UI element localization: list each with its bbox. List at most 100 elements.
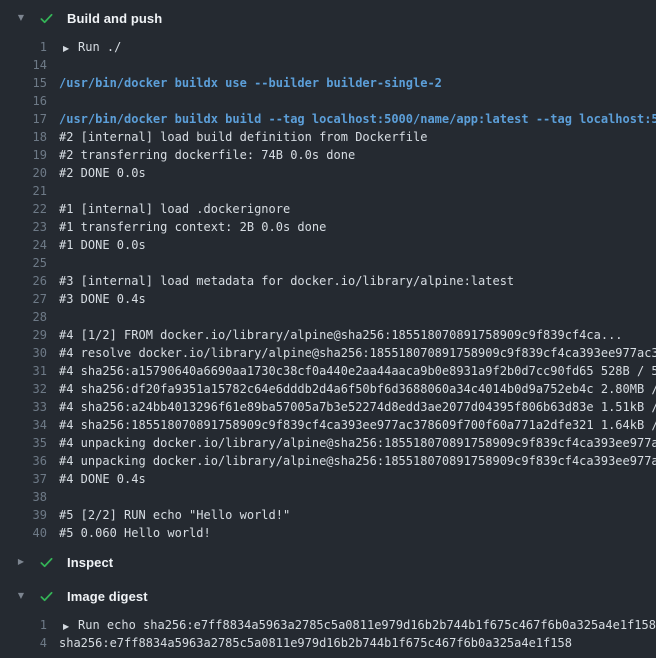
chevron-right-icon[interactable]: ▶ [14, 555, 28, 569]
log-section: ▼ Image digest 1 ▶ Run echo sha256:e7ff88… [0, 585, 656, 652]
line-number[interactable]: 34 [0, 416, 47, 434]
log-line: 25 [0, 254, 656, 272]
log-line: 31 #4 sha256:a15790640a6690aa1730c38cf0a… [0, 362, 656, 380]
log-line: 19 #2 transferring dockerfile: 74B 0.0s … [0, 146, 656, 164]
line-number[interactable]: 17 [0, 110, 47, 128]
section-title: Inspect [67, 555, 113, 570]
log-text: sha256:e7ff8834a5963a2785c5a0811e979d16b… [47, 634, 656, 652]
line-number[interactable]: 28 [0, 308, 47, 326]
run-command-text: Run echo sha256:e7ff8834a5963a2785c5a081… [78, 618, 656, 632]
log-line: 27 #3 DONE 0.4s [0, 290, 656, 308]
log-line: 38 [0, 488, 656, 506]
log-line: 37 #4 DONE 0.4s [0, 470, 656, 488]
log-text: /usr/bin/docker buildx build --tag local… [47, 110, 656, 128]
log-line: 1 ▶ Run ./ [0, 38, 656, 56]
line-number[interactable]: 24 [0, 236, 47, 254]
line-number[interactable]: 14 [0, 56, 47, 74]
log-line: 4 sha256:e7ff8834a5963a2785c5a0811e979d1… [0, 634, 656, 652]
log-section: ▼ Build and push 1 ▶ Run ./ 14 Using buil… [0, 7, 656, 542]
line-number[interactable]: 22 [0, 200, 47, 218]
log-text: #4 sha256:a15790640a6690aa1730c38cf0a440… [47, 362, 656, 380]
log-text: ▶ Run echo sha256:e7ff8834a5963a2785c5a08… [47, 616, 656, 634]
log-line: 17 /usr/bin/docker buildx build --tag lo… [0, 110, 656, 128]
log-text: #3 DONE 0.4s [47, 290, 656, 308]
chevron-down-icon[interactable]: ▼ [14, 11, 28, 25]
line-number[interactable]: 23 [0, 218, 47, 236]
log-line: 29 #4 [1/2] FROM docker.io/library/alpin… [0, 326, 656, 344]
log-text: #1 transferring context: 2B 0.0s done [47, 218, 656, 236]
log-line: 20 #2 DONE 0.0s [0, 164, 656, 182]
log-text: #4 unpacking docker.io/library/alpine@sh… [47, 452, 656, 470]
line-number[interactable]: 16 [0, 92, 47, 110]
line-number[interactable]: 27 [0, 290, 47, 308]
line-number[interactable]: 18 [0, 128, 47, 146]
line-number[interactable]: 1 [0, 616, 47, 634]
log-line: 22 #1 [internal] load .dockerignore [0, 200, 656, 218]
log-text: #1 DONE 0.0s [47, 236, 656, 254]
line-number[interactable]: 39 [0, 506, 47, 524]
log-line: 36 #4 unpacking docker.io/library/alpine… [0, 452, 656, 470]
log-line: 34 #4 sha256:185518070891758909c9f839cf4… [0, 416, 656, 434]
line-number[interactable]: 15 [0, 74, 47, 92]
log-line: 30 #4 resolve docker.io/library/alpine@s… [0, 344, 656, 362]
log-text: #5 [2/2] RUN echo "Hello world!" [47, 506, 656, 524]
log-line: 40 #5 0.060 Hello world! [0, 524, 656, 542]
log-line: 39 #5 [2/2] RUN echo "Hello world!" [0, 506, 656, 524]
chevron-down-icon[interactable]: ▼ [14, 589, 28, 603]
line-number[interactable]: 35 [0, 434, 47, 452]
log-line: 14 Using builder instance builder-single… [0, 56, 656, 74]
line-number[interactable]: 36 [0, 452, 47, 470]
log-text: #2 [internal] load build definition from… [47, 128, 656, 146]
log-text: #2 transferring dockerfile: 74B 0.0s don… [47, 146, 656, 164]
section-header[interactable]: ▼ Build and push [0, 7, 656, 29]
log-text [47, 308, 656, 326]
line-number[interactable]: 21 [0, 182, 47, 200]
log-text: /usr/bin/docker buildx use --builder bui… [47, 74, 656, 92]
log-text: #1 [internal] load .dockerignore [47, 200, 656, 218]
line-number[interactable]: 19 [0, 146, 47, 164]
line-number[interactable]: 38 [0, 488, 47, 506]
line-number[interactable]: 26 [0, 272, 47, 290]
log-text: #4 sha256:a24bb4013296f61e89ba57005a7b3e… [47, 398, 656, 416]
line-number[interactable]: 30 [0, 344, 47, 362]
log-line: 26 #3 [internal] load metadata for docke… [0, 272, 656, 290]
log-line: 16 Starting build... [0, 92, 656, 110]
section-body: 1 ▶ Run ./ 14 Using builder instance buil… [0, 38, 656, 542]
section-header[interactable]: ▶ Inspect [0, 551, 656, 573]
log-line: 23 #1 transferring context: 2B 0.0s done [0, 218, 656, 236]
log-text: #4 resolve docker.io/library/alpine@sha2… [47, 344, 656, 362]
log-text: #5 0.060 Hello world! [47, 524, 656, 542]
line-number[interactable]: 1 [0, 38, 47, 56]
line-number[interactable]: 25 [0, 254, 47, 272]
log-line: 33 #4 sha256:a24bb4013296f61e89ba57005a7… [0, 398, 656, 416]
log-text [47, 182, 656, 200]
line-number[interactable]: 31 [0, 362, 47, 380]
log-line: 15 /usr/bin/docker buildx use --builder … [0, 74, 656, 92]
line-number[interactable]: 37 [0, 470, 47, 488]
log-text: Starting build... [47, 92, 656, 110]
log-line: 21 [0, 182, 656, 200]
line-number[interactable]: 40 [0, 524, 47, 542]
check-icon [39, 589, 54, 604]
log-line: 1 ▶ Run echo sha256:e7ff8834a5963a2785c5a… [0, 616, 656, 634]
section-body: 1 ▶ Run echo sha256:e7ff8834a5963a2785c5a… [0, 616, 656, 652]
line-number[interactable]: 32 [0, 380, 47, 398]
log-text: #4 sha256:185518070891758909c9f839cf4ca3… [47, 416, 656, 434]
section-header[interactable]: ▼ Image digest [0, 585, 656, 607]
log-line: 28 [0, 308, 656, 326]
run-command-text: Run ./ [78, 40, 121, 54]
line-number[interactable]: 20 [0, 164, 47, 182]
log-line: 35 #4 unpacking docker.io/library/alpine… [0, 434, 656, 452]
line-number[interactable]: 29 [0, 326, 47, 344]
log-line: 18 #2 [internal] load build definition f… [0, 128, 656, 146]
log-text: Using builder instance builder-single-2 [47, 56, 656, 74]
expand-run-icon[interactable]: ▶ [63, 618, 72, 634]
log-text: #3 [internal] load metadata for docker.i… [47, 272, 656, 290]
check-icon [39, 11, 54, 26]
log-text: #4 unpacking docker.io/library/alpine@sh… [47, 434, 656, 452]
line-number[interactable]: 4 [0, 634, 47, 652]
line-number[interactable]: 33 [0, 398, 47, 416]
log-text: ▶ Run ./ [47, 38, 656, 56]
log-text: #2 DONE 0.0s [47, 164, 656, 182]
expand-run-icon[interactable]: ▶ [63, 40, 72, 56]
